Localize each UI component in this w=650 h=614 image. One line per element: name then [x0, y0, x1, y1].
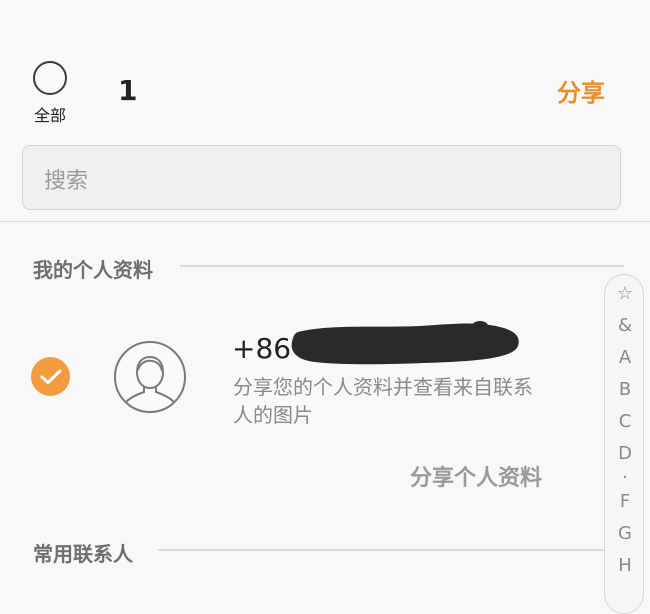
index-dot[interactable]: ·	[605, 467, 645, 488]
header-divider	[0, 221, 650, 222]
index-f[interactable]: F	[605, 491, 645, 512]
redaction-mark	[291, 321, 519, 365]
index-ampersand[interactable]: &	[605, 315, 645, 336]
alphabet-index-bar[interactable]: ☆ & A B C D · F G H	[604, 274, 644, 614]
index-d[interactable]: D	[605, 443, 645, 464]
index-b[interactable]: B	[605, 379, 645, 400]
person-icon	[125, 355, 175, 403]
search-placeholder: 搜索	[44, 169, 89, 194]
index-favorites[interactable]: ☆	[605, 283, 645, 304]
search-input[interactable]	[22, 145, 621, 210]
share-profile-button[interactable]: 分享个人资料	[410, 460, 542, 492]
section-divider	[158, 549, 604, 551]
index-h[interactable]: H	[605, 555, 645, 576]
section-title-my-profile: 我的个人资料	[33, 258, 153, 282]
share-button[interactable]: 分享	[557, 73, 605, 108]
profile-phone: +86	[232, 332, 292, 365]
select-all-label: 全部	[34, 106, 67, 125]
selected-count: 1	[118, 74, 138, 107]
checkmark-icon	[40, 369, 61, 384]
avatar[interactable]	[114, 341, 186, 413]
profile-checkbox[interactable]	[31, 357, 70, 396]
index-a[interactable]: A	[605, 347, 645, 368]
section-title-favorites: 常用联系人	[33, 542, 133, 566]
select-all-checkbox[interactable]	[33, 61, 67, 95]
section-divider	[180, 265, 624, 267]
index-g[interactable]: G	[605, 523, 645, 544]
profile-description: 分享您的个人资料并查看来自联系人的图片	[233, 375, 533, 427]
index-c[interactable]: C	[605, 411, 645, 432]
